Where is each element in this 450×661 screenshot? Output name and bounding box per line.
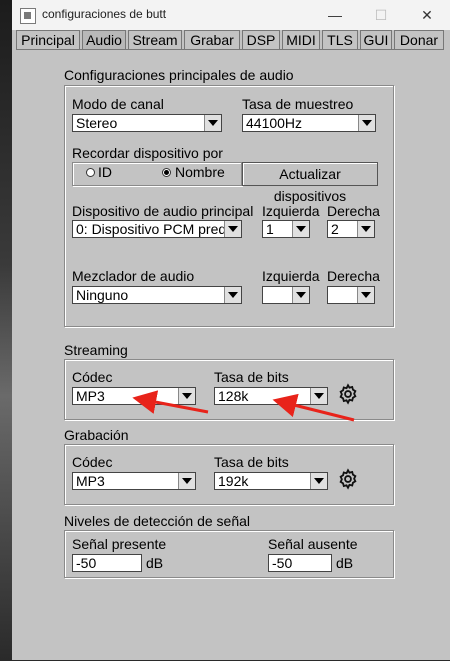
annotation-layer [132, 390, 355, 422]
annotation-arrow-codec [132, 390, 209, 414]
annotation-arrow-bitrate [272, 393, 355, 422]
